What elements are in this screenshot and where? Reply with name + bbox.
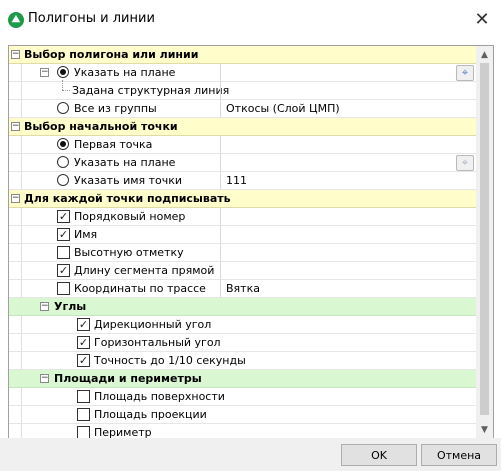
group-label: Для каждой точки подписывать <box>24 192 231 205</box>
value-cell[interactable]: Откосы (Слой ЦМП) <box>220 100 476 117</box>
checkbox-projection-area[interactable] <box>77 408 90 421</box>
value-cell[interactable]: Вятка <box>220 280 476 297</box>
value-cell[interactable]: ⌖ <box>220 64 476 81</box>
group-label: Площади и периметры <box>54 372 202 385</box>
checkbox-directional-angle[interactable]: ✓ <box>77 318 90 331</box>
row-directional-angle[interactable]: ✓ Дирекционный угол <box>9 316 476 334</box>
row-label: Задана структурная линия <box>72 84 230 97</box>
row-label: Длину сегмента прямой <box>74 264 215 277</box>
row-serial-number[interactable]: ✓ Порядковый номер <box>9 208 476 226</box>
row-label: Все из группы <box>74 102 157 115</box>
scroll-up-icon[interactable]: ▲ <box>476 46 493 63</box>
scroll-down-icon[interactable]: ▼ <box>476 421 493 438</box>
row-label: Порядковый номер <box>74 210 186 223</box>
route-value: Вятка <box>226 282 260 295</box>
row-label: Указать на плане <box>74 156 176 169</box>
row-all-from-group[interactable]: Все из группы Откосы (Слой ЦМП) <box>9 100 476 118</box>
property-tree: − Выбор полигона или линии − Указать на … <box>8 45 494 439</box>
value-cell[interactable]: 111 <box>220 172 476 189</box>
tree-rows: − Выбор полигона или линии − Указать на … <box>9 46 476 438</box>
cancel-button[interactable]: Отмена <box>421 444 497 466</box>
radio-specify-point-name[interactable] <box>57 174 69 186</box>
row-specify-on-plan-2[interactable]: Указать на плане ⌖ <box>9 154 476 172</box>
row-first-point[interactable]: Первая точка <box>9 136 476 154</box>
checkbox-horizontal-angle[interactable]: ✓ <box>77 336 90 349</box>
checkbox-name[interactable]: ✓ <box>57 228 70 241</box>
crosshair-icon: ⌖ <box>461 156 469 169</box>
close-button[interactable]: ✕ <box>463 0 501 38</box>
ok-button[interactable]: OK <box>341 444 417 466</box>
vertical-scrollbar[interactable]: ▲ ▼ <box>476 46 493 438</box>
collapse-icon[interactable]: − <box>40 302 49 311</box>
row-elevation[interactable]: Высотную отметку <box>9 244 476 262</box>
row-label: Указать на плане <box>74 66 176 79</box>
row-label: Высотную отметку <box>74 246 184 259</box>
group-angles[interactable]: − Углы <box>9 298 476 316</box>
row-label: Площадь поверхности <box>94 390 225 403</box>
value-cell <box>220 244 476 261</box>
row-projection-area[interactable]: Площадь проекции <box>9 406 476 424</box>
row-horizontal-angle[interactable]: ✓ Горизонтальный угол <box>9 334 476 352</box>
row-specify-point-name[interactable]: Указать имя точки 111 <box>9 172 476 190</box>
tree-connector <box>62 80 63 90</box>
row-label: Площадь проекции <box>94 408 207 421</box>
row-segment-length[interactable]: ✓ Длину сегмента прямой <box>9 262 476 280</box>
collapse-icon[interactable]: − <box>11 50 20 59</box>
pick-on-plan-button-disabled[interactable]: ⌖ <box>456 155 474 171</box>
collapse-icon[interactable]: − <box>40 374 49 383</box>
checkbox-segment-length[interactable]: ✓ <box>57 264 70 277</box>
app-logo-icon: ⛰ <box>8 12 24 28</box>
row-surface-area[interactable]: Площадь поверхности <box>9 388 476 406</box>
row-structural-line: Задана структурная линия <box>9 80 476 100</box>
row-name[interactable]: ✓ Имя <box>9 226 476 244</box>
value-cell <box>220 208 476 225</box>
radio-specify-on-plan-2[interactable] <box>57 156 69 168</box>
checkbox-surface-area[interactable] <box>77 390 90 403</box>
title-bar: ⛰ Полигоны и линии ✕ <box>0 0 501 38</box>
row-label: Дирекционный угол <box>94 318 212 331</box>
radio-specify-on-plan[interactable] <box>57 66 69 78</box>
row-label: Имя <box>74 228 98 241</box>
group-start-point[interactable]: − Выбор начальной точки <box>9 118 476 136</box>
window-title: Полигоны и линии <box>28 11 155 26</box>
group-label-each[interactable]: − Для каждой точки подписывать <box>9 190 476 208</box>
pick-on-plan-button[interactable]: ⌖ <box>456 65 474 81</box>
tree-connector <box>62 90 70 91</box>
group-label: Выбор начальной точки <box>24 120 178 133</box>
scrollbar-thumb[interactable] <box>480 63 489 415</box>
value-cell <box>220 136 476 153</box>
row-label: Горизонтальный угол <box>94 336 221 349</box>
dialog-footer: OK Отмена <box>0 438 501 471</box>
row-precision[interactable]: ✓ Точность до 1/10 секунды <box>9 352 476 370</box>
value-cell <box>220 82 476 99</box>
row-label: Первая точка <box>74 138 153 151</box>
crosshair-icon: ⌖ <box>461 66 469 79</box>
checkbox-elevation[interactable] <box>57 246 70 259</box>
collapse-icon[interactable]: − <box>11 194 20 203</box>
collapse-icon[interactable]: − <box>40 68 49 77</box>
row-route-coords[interactable]: Координаты по трассе Вятка <box>9 280 476 298</box>
checkbox-serial-number[interactable]: ✓ <box>57 210 70 223</box>
row-specify-on-plan[interactable]: − Указать на плане ⌖ <box>9 64 476 82</box>
group-label: Выбор полигона или линии <box>24 48 199 61</box>
collapse-icon[interactable]: − <box>11 122 20 131</box>
value-cell <box>220 262 476 279</box>
row-perimeter[interactable]: Периметр <box>9 424 476 438</box>
checkbox-precision[interactable]: ✓ <box>77 354 90 367</box>
group-polygon-select[interactable]: − Выбор полигона или линии <box>9 46 476 64</box>
value-cell <box>220 226 476 243</box>
point-name-value: 111 <box>226 174 247 187</box>
row-label: Указать имя точки <box>74 174 183 187</box>
radio-first-point[interactable] <box>57 138 69 150</box>
group-value: Откосы (Слой ЦМП) <box>226 102 340 115</box>
value-cell[interactable]: ⌖ <box>220 154 476 171</box>
group-areas[interactable]: − Площади и периметры <box>9 370 476 388</box>
row-label: Координаты по трассе <box>74 282 206 295</box>
group-label: Углы <box>54 300 87 313</box>
radio-all-from-group[interactable] <box>57 102 69 114</box>
checkbox-route-coords[interactable] <box>57 282 70 295</box>
row-label: Точность до 1/10 секунды <box>94 354 246 367</box>
